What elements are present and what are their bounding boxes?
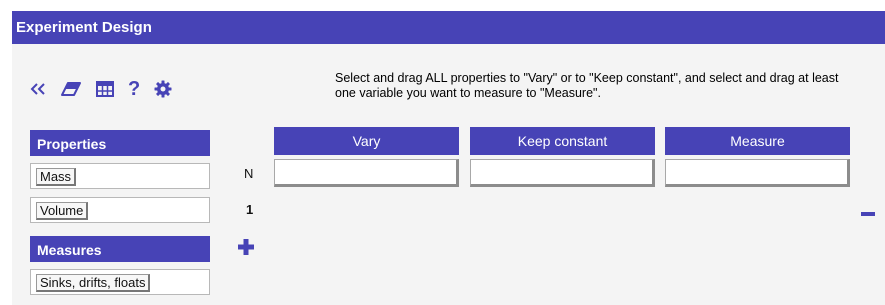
properties-header: Properties bbox=[30, 130, 210, 156]
help-icon[interactable]: ? bbox=[128, 79, 140, 99]
drop-zone-vary[interactable] bbox=[274, 159, 459, 187]
gear-icon[interactable] bbox=[154, 80, 172, 98]
plus-icon[interactable] bbox=[236, 237, 256, 257]
column-header-measure: Measure bbox=[665, 127, 850, 155]
table-icon[interactable] bbox=[96, 81, 114, 97]
measure-chip-sinks-drifts-floats[interactable]: Sinks, drifts, floats bbox=[36, 274, 151, 292]
column-header-measure-label: Measure bbox=[730, 133, 785, 149]
measure-slot: Sinks, drifts, floats bbox=[30, 269, 210, 295]
measures-header-label: Measures bbox=[37, 242, 102, 258]
drop-zone-measure[interactable] bbox=[665, 159, 850, 187]
property-chip-mass[interactable]: Mass bbox=[36, 168, 77, 186]
measures-header: Measures bbox=[30, 236, 210, 262]
column-header-vary-label: Vary bbox=[352, 133, 381, 149]
column-header-keep-constant: Keep constant bbox=[470, 127, 655, 155]
double-chevron-left-icon[interactable] bbox=[30, 82, 46, 96]
drop-zone-keep-constant[interactable] bbox=[470, 159, 655, 187]
column-header-vary: Vary bbox=[274, 127, 459, 155]
eraser-icon[interactable] bbox=[60, 81, 82, 97]
property-chip-volume[interactable]: Volume bbox=[36, 202, 89, 220]
column-header-keep-constant-label: Keep constant bbox=[517, 133, 608, 149]
title-bar: Experiment Design bbox=[12, 11, 885, 44]
row-number: 1 bbox=[246, 202, 254, 217]
properties-header-label: Properties bbox=[37, 136, 107, 152]
property-slot: Volume bbox=[30, 197, 210, 223]
minus-icon[interactable] bbox=[861, 204, 875, 216]
window-title: Experiment Design bbox=[16, 19, 152, 36]
row-header-n: N bbox=[244, 166, 254, 181]
property-slot: Mass bbox=[30, 163, 210, 189]
instructions-text: Select and drag ALL properties to "Vary"… bbox=[335, 71, 839, 100]
toolbar: ? bbox=[30, 78, 186, 100]
